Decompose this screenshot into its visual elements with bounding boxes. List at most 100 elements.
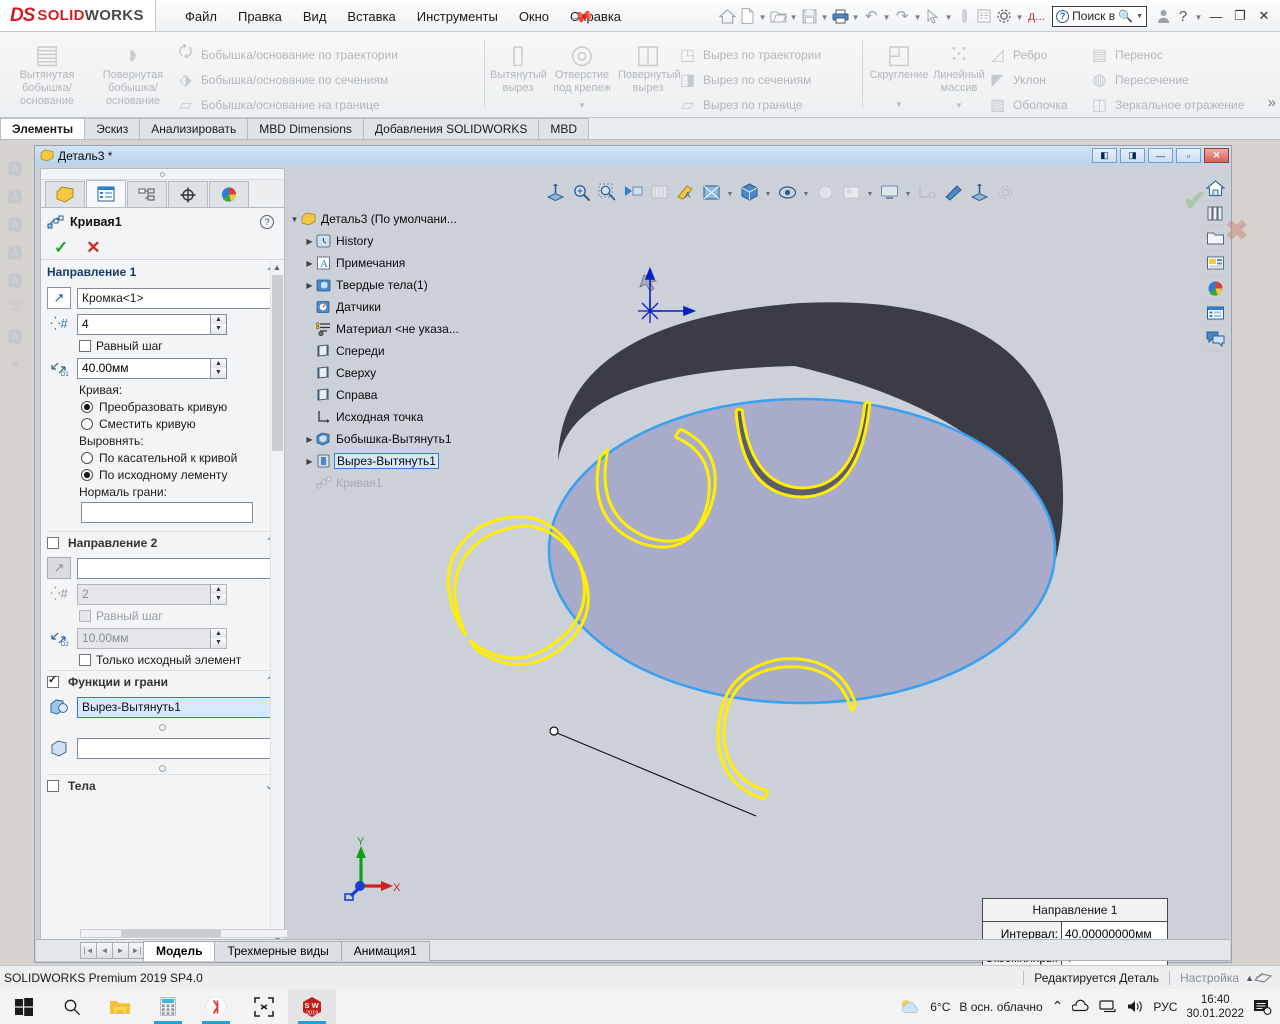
scroll-thumb[interactable]	[272, 275, 283, 451]
scroll-up-button[interactable]: ▲	[271, 261, 283, 274]
swept-cut-button[interactable]: ◳ Вырез по траектории	[678, 42, 821, 67]
user-account-icon[interactable]	[1153, 3, 1173, 29]
align-seed-radio[interactable]	[81, 469, 93, 481]
direction1-count-input[interactable]: 4 ▲▼	[77, 314, 227, 335]
partly-cloudy-icon[interactable]	[899, 998, 921, 1016]
custom-properties-icon[interactable]	[1202, 301, 1228, 326]
taskbar-solidworks-2019-icon[interactable]: S W2019	[288, 989, 336, 1024]
configuration-manager-tab[interactable]	[127, 181, 167, 207]
revolved-cut-button[interactable]: ◫ Повернутыйвырез	[618, 32, 678, 95]
direction2-count-spinner[interactable]: ▲▼	[210, 585, 226, 604]
add-annotation-icon[interactable]: 🅰	[3, 239, 27, 265]
hole-wizard-dropdown-icon[interactable]: ▼	[546, 99, 618, 112]
align-tangent-radio[interactable]	[81, 452, 93, 464]
solidworks-forum-icon[interactable]	[1202, 326, 1228, 351]
view-palette-icon[interactable]	[1202, 251, 1228, 276]
status-settings-label[interactable]: Настройка	[1180, 971, 1239, 985]
redo-icon[interactable]: ↷	[892, 3, 912, 29]
next-tab-button[interactable]: ►	[112, 942, 129, 959]
help-circle-icon[interactable]: ?	[260, 215, 274, 229]
curve-option-transform-radio[interactable]	[81, 401, 93, 413]
undo-icon[interactable]: ↶	[861, 3, 881, 29]
align-tangent-row[interactable]: По касательной к кривой	[81, 451, 278, 465]
design-library-icon[interactable]	[1202, 201, 1228, 226]
doc-tab-model[interactable]: Модель	[143, 941, 215, 961]
open-dropdown-icon[interactable]: ▼	[788, 3, 799, 29]
direction2-equal-spacing-checkbox[interactable]	[79, 610, 91, 622]
status-settings-chevron-icon[interactable]: ▲	[1245, 973, 1254, 983]
file-explorer-icon[interactable]	[1202, 226, 1228, 251]
units-icon[interactable]	[1254, 971, 1272, 985]
face-normal-input[interactable]	[81, 502, 253, 523]
annotation-chain-icon[interactable]: ⚭	[3, 351, 27, 377]
menu-item-view[interactable]: Вид	[301, 7, 329, 26]
rib-button[interactable]: ◿ Ребро	[988, 42, 1068, 67]
new-annotation-icon[interactable]: 🅰	[3, 155, 27, 181]
direction2-seed-only-checkbox[interactable]	[79, 654, 91, 666]
direction2-spacing-input[interactable]: 10.00мм ▲▼	[77, 628, 227, 649]
direction2-seed-only-row[interactable]: Только исходный элемент	[79, 653, 278, 667]
options-gear-icon[interactable]	[994, 3, 1014, 29]
direction1-count-spinner[interactable]: ▲▼	[210, 315, 226, 334]
file-properties-icon[interactable]	[974, 3, 994, 29]
close-doc-button[interactable]: ✕	[1204, 148, 1229, 163]
ribbon-overflow-button[interactable]: »	[1268, 94, 1276, 111]
feature-select-input[interactable]: Вырез-Вытянуть1	[77, 697, 278, 718]
tab-sketch[interactable]: Эскиз	[84, 118, 140, 139]
new-document-dropdown-icon[interactable]: ▼	[757, 3, 768, 29]
tab-sw-addins[interactable]: Добавления SOLIDWORKS	[363, 118, 540, 139]
taskbar-screenshot-tool-icon[interactable]	[240, 989, 288, 1024]
volume-icon[interactable]	[1126, 999, 1144, 1014]
select-arrow-icon[interactable]	[923, 3, 943, 29]
align-seed-row[interactable]: По исходному лементу	[81, 468, 278, 482]
direction1-edge-input[interactable]: Кромка<1>	[77, 288, 278, 309]
display-manager-tab[interactable]	[209, 181, 249, 207]
menu-item-tools[interactable]: Инструменты	[415, 7, 500, 26]
save-dropdown-icon[interactable]: ▼	[819, 3, 830, 29]
direction1-equal-spacing-checkbox[interactable]	[79, 340, 91, 352]
boundary-cut-button[interactable]: ▱ Вырез по границе	[678, 92, 821, 117]
annotation-pattern-icon[interactable]: 🅰	[3, 323, 27, 349]
direction2-enable-checkbox[interactable]	[47, 537, 59, 549]
search-input[interactable]: Поиск в	[1072, 9, 1115, 23]
menu-item-insert[interactable]: Вставка	[345, 7, 397, 26]
taskbar-calculator-icon[interactable]	[144, 989, 192, 1024]
open-icon[interactable]	[768, 3, 788, 29]
dimxpert-tab[interactable]	[168, 181, 208, 207]
hole-wizard-button[interactable]: ◎ Отверстиепод крепеж ▼	[546, 32, 618, 112]
direction2-edge-input[interactable]	[77, 558, 278, 579]
help-icon[interactable]: ?	[1173, 3, 1193, 29]
direction2-spacing-spinner[interactable]: ▲▼	[210, 629, 226, 648]
accept-button[interactable]: ✓	[54, 238, 68, 258]
property-manager-tab[interactable]	[86, 180, 126, 207]
select-dropdown-icon[interactable]: ▼	[943, 3, 954, 29]
edit-annotation-icon[interactable]: 🅰	[3, 183, 27, 209]
restore-right-button[interactable]: ◨	[1120, 148, 1145, 163]
solidworks-resources-icon[interactable]	[1202, 176, 1228, 201]
horizontal-scrollbar[interactable]	[80, 929, 288, 938]
restore-left-button[interactable]: ◧	[1092, 148, 1117, 163]
doc-tab-animation[interactable]: Анимация1	[341, 941, 430, 961]
fillet-dropdown-icon[interactable]: ▼	[868, 98, 930, 111]
tab-mbd-dimensions[interactable]: MBD Dimensions	[247, 118, 364, 139]
maximize-doc-button[interactable]: ▫	[1176, 148, 1201, 163]
linear-pattern-dropdown-icon[interactable]: ▼	[930, 99, 988, 112]
face-select-input[interactable]	[77, 738, 278, 759]
curve-option-offset-row[interactable]: Сместить кривую	[81, 417, 278, 431]
options-dropdown-icon[interactable]: ▼	[1014, 3, 1025, 29]
minimize-doc-button[interactable]: —	[1148, 148, 1173, 163]
hscroll-thumb[interactable]	[121, 930, 221, 937]
print-icon[interactable]	[830, 3, 850, 29]
property-manager-scrollbar[interactable]: ▲ ▼	[270, 261, 283, 947]
lofted-boss-button[interactable]: ⬗ Бобышка/основание по сечениям	[176, 67, 398, 92]
direction2-arrow-icon[interactable]: ↗	[47, 557, 71, 579]
language-indicator[interactable]: РУС	[1153, 1000, 1177, 1014]
lofted-cut-button[interactable]: ◨ Вырез по сечениям	[678, 67, 821, 92]
tab-mbd[interactable]: MBD	[538, 118, 589, 139]
cancel-button[interactable]: ✕	[86, 238, 100, 258]
network-icon[interactable]	[1099, 999, 1117, 1014]
save-icon[interactable]	[799, 3, 819, 29]
direction1-spacing-input[interactable]: 40.00мм ▲▼	[77, 358, 227, 379]
undo-dropdown-icon[interactable]: ▼	[881, 3, 892, 29]
doc-tab-3d-views[interactable]: Трехмерные виды	[214, 941, 341, 961]
